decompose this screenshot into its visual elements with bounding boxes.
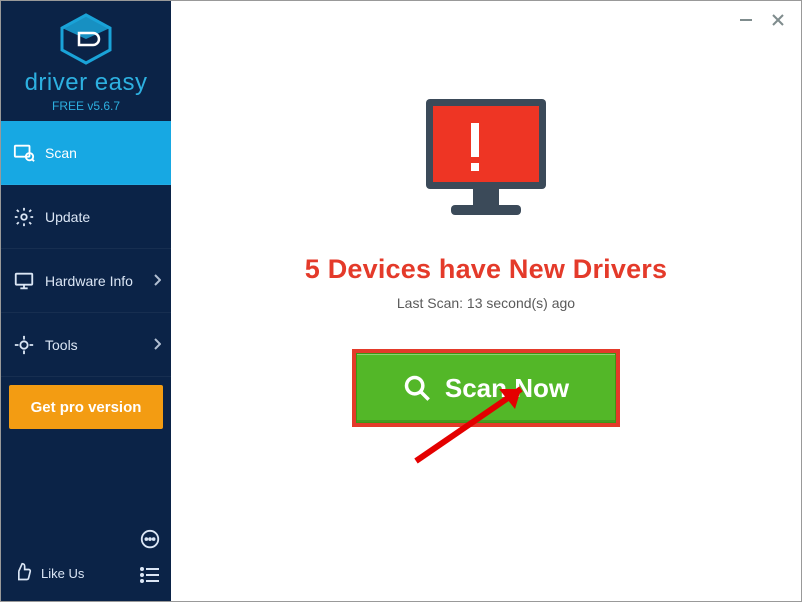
menu-icon[interactable] bbox=[139, 566, 161, 587]
app-window: driver easy FREE v5.6.7 Scan Update bbox=[0, 0, 802, 602]
thumbs-up-icon bbox=[13, 562, 33, 585]
last-scan-text: Last Scan: 13 second(s) ago bbox=[397, 295, 575, 311]
sidebar-item-tools[interactable]: Tools bbox=[1, 313, 171, 377]
sidebar-item-label: Hardware Info bbox=[45, 273, 133, 289]
sidebar-item-label: Tools bbox=[45, 337, 78, 353]
sidebar: driver easy FREE v5.6.7 Scan Update bbox=[1, 1, 171, 601]
window-controls bbox=[723, 1, 801, 39]
sidebar-nav: Scan Update Hardware Info bbox=[1, 121, 171, 377]
scan-icon bbox=[13, 142, 35, 164]
sidebar-item-label: Scan bbox=[45, 145, 77, 161]
brand-block: driver easy FREE v5.6.7 bbox=[1, 1, 171, 121]
sidebar-footer: Like Us bbox=[1, 552, 171, 601]
like-us-label[interactable]: Like Us bbox=[41, 566, 84, 581]
brand-logo-icon bbox=[58, 13, 114, 65]
sidebar-item-update[interactable]: Update bbox=[1, 185, 171, 249]
headline-text: 5 Devices have New Drivers bbox=[305, 254, 667, 285]
tools-icon bbox=[13, 334, 35, 356]
minimize-button[interactable] bbox=[737, 11, 755, 29]
close-button[interactable] bbox=[769, 11, 787, 29]
monitor-icon bbox=[13, 270, 35, 292]
chevron-right-icon bbox=[153, 273, 161, 289]
gear-icon bbox=[13, 206, 35, 228]
scan-now-label: Scan Now bbox=[445, 373, 569, 404]
sidebar-item-label: Update bbox=[45, 209, 90, 225]
get-pro-button[interactable]: Get pro version bbox=[9, 385, 163, 429]
feedback-icon[interactable] bbox=[139, 529, 161, 554]
sidebar-item-hardware-info[interactable]: Hardware Info bbox=[1, 249, 171, 313]
alert-monitor-graphic bbox=[411, 91, 561, 236]
sidebar-item-scan[interactable]: Scan bbox=[1, 121, 171, 185]
chevron-right-icon bbox=[153, 337, 161, 353]
brand-version: FREE v5.6.7 bbox=[5, 99, 167, 113]
brand-name: driver easy bbox=[5, 69, 167, 97]
content: 5 Devices have New Drivers Last Scan: 13… bbox=[171, 1, 801, 601]
scan-now-button[interactable]: Scan Now bbox=[356, 353, 616, 423]
main-panel: 5 Devices have New Drivers Last Scan: 13… bbox=[171, 1, 801, 601]
search-icon bbox=[403, 374, 431, 402]
